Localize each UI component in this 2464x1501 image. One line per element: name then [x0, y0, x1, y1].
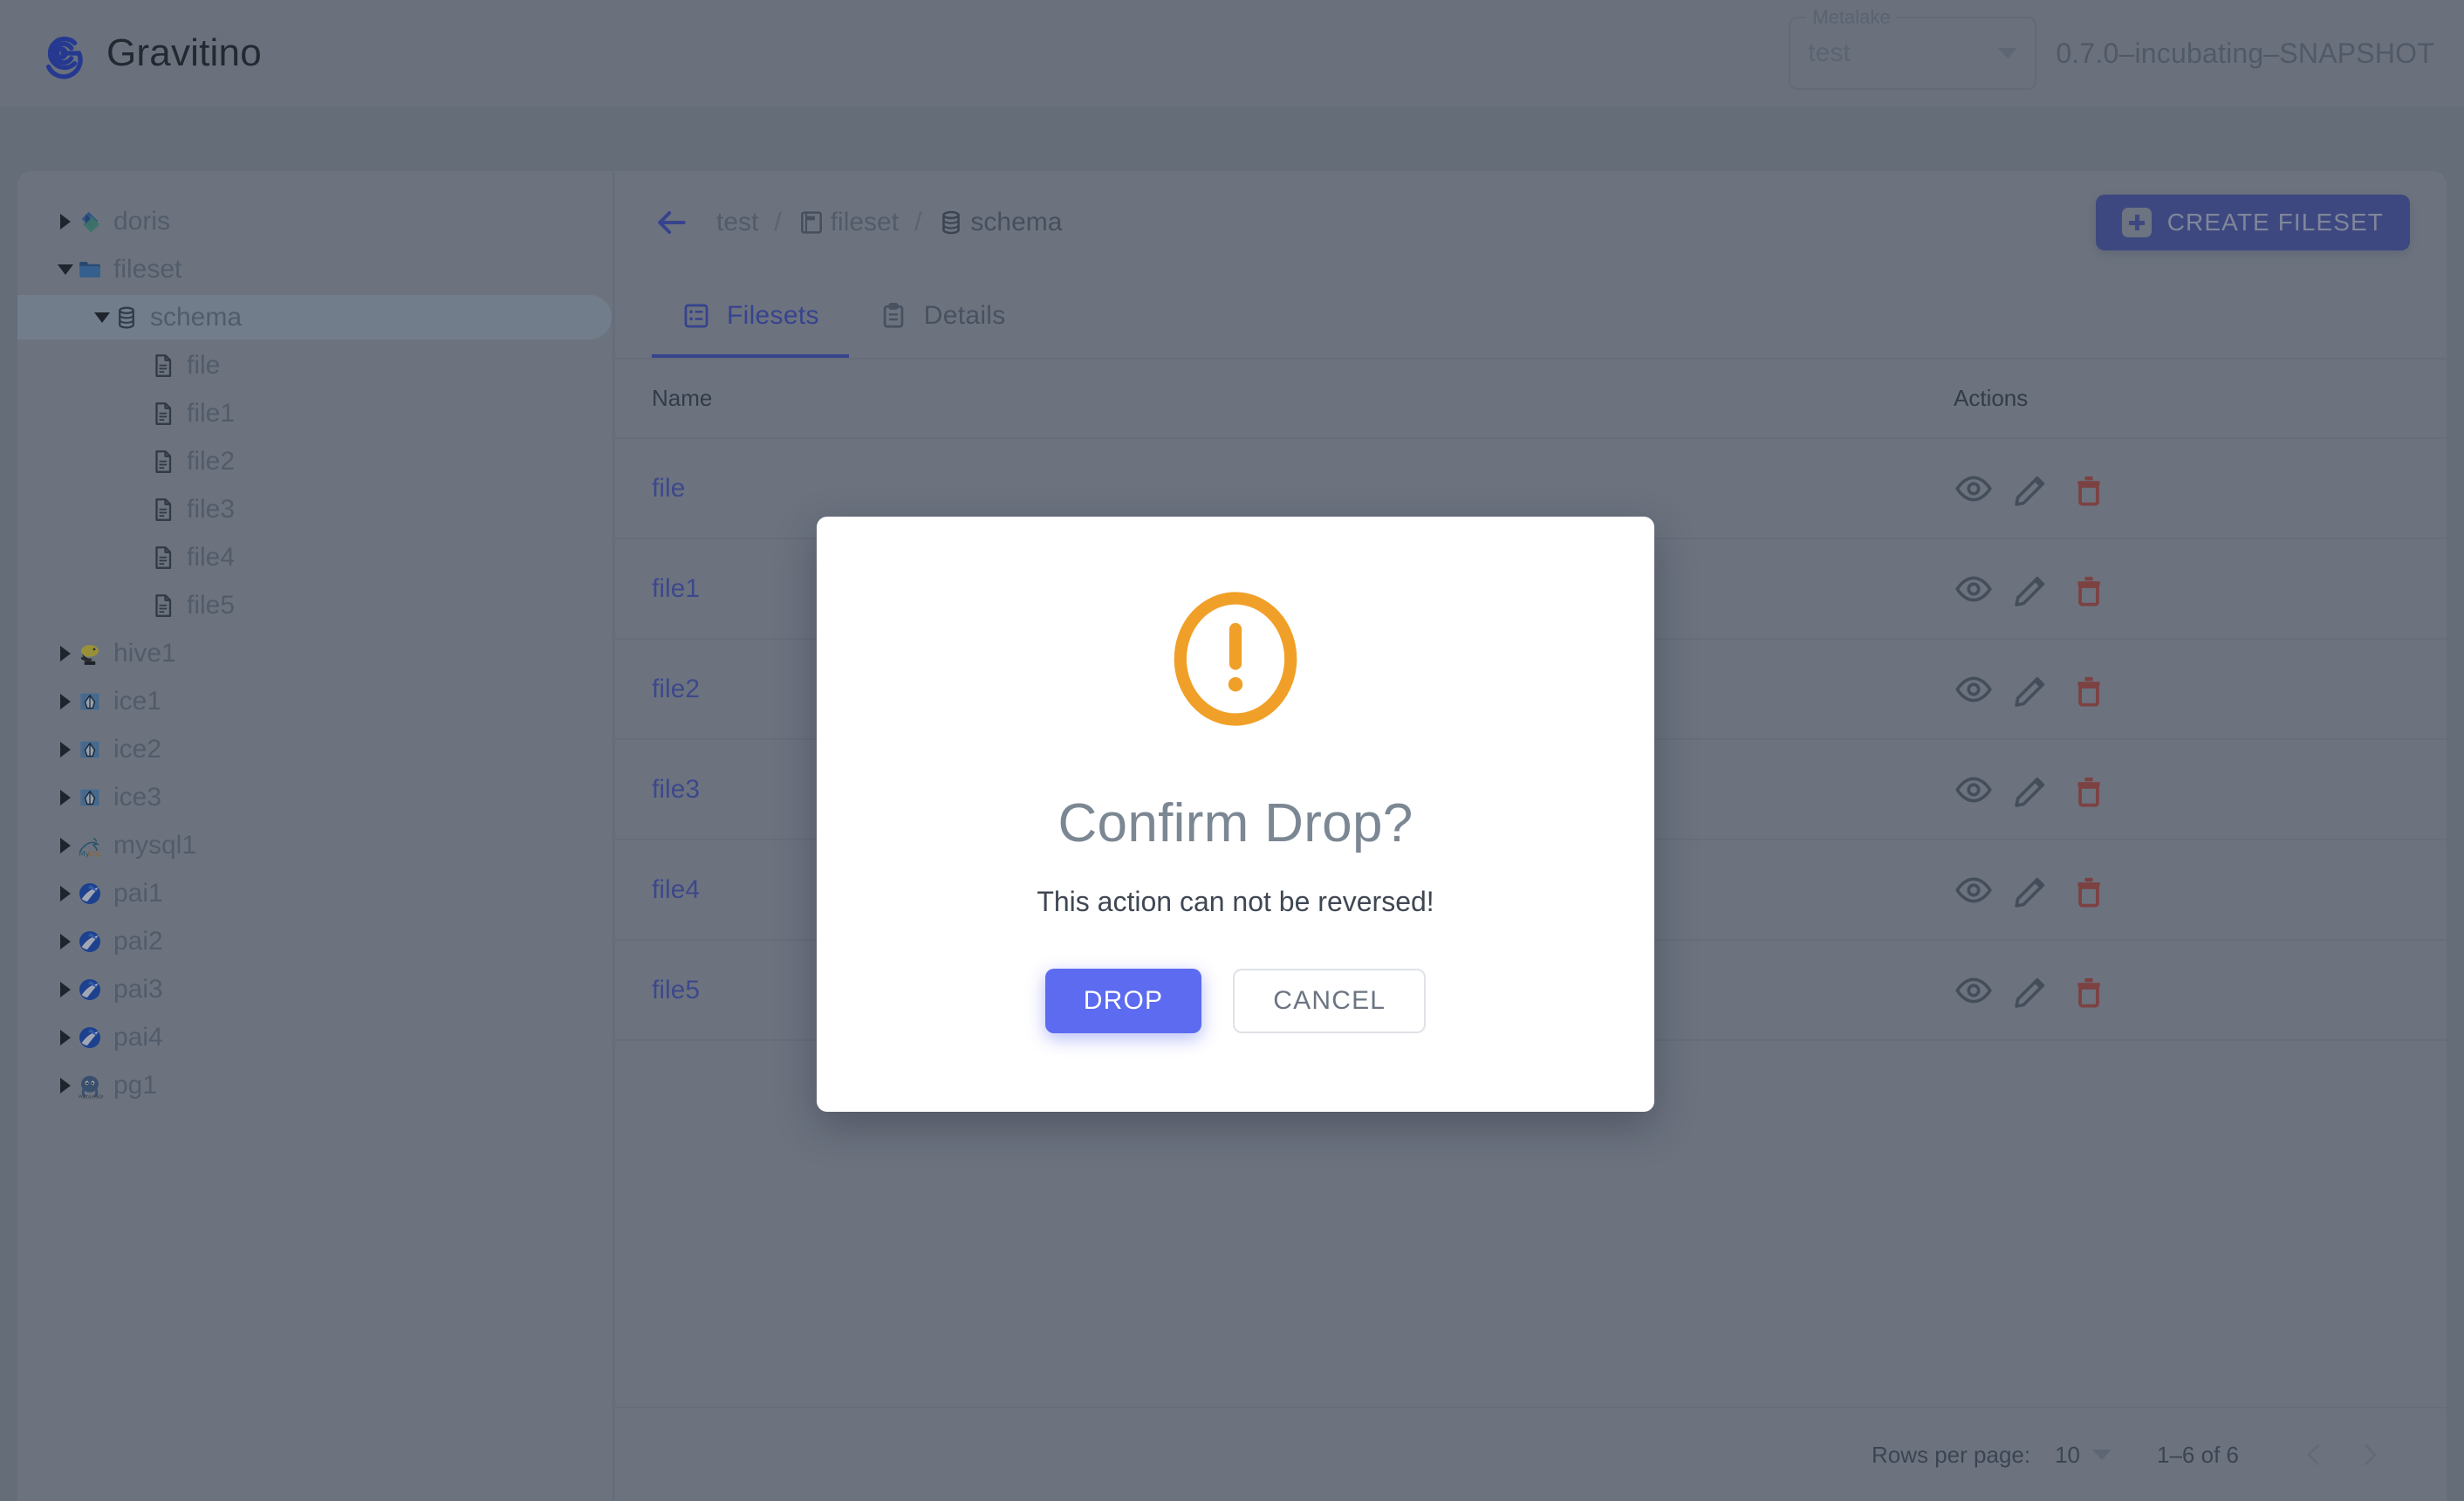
app-root: Gravitino Metalake test 0.7.0–incubating… — [0, 0, 2464, 1501]
drop-button[interactable]: DROP — [1045, 969, 1201, 1033]
dialog-title: Confirm Drop? — [1057, 792, 1413, 854]
dialog-subtitle: This action can not be reversed! — [1037, 886, 1434, 918]
cancel-button[interactable]: CANCEL — [1233, 969, 1426, 1033]
dialog-actions: DROP CANCEL — [1045, 969, 1426, 1033]
warning-exclamation-icon — [1167, 590, 1304, 728]
confirm-drop-dialog: Confirm Drop? This action can not be rev… — [817, 517, 1654, 1112]
